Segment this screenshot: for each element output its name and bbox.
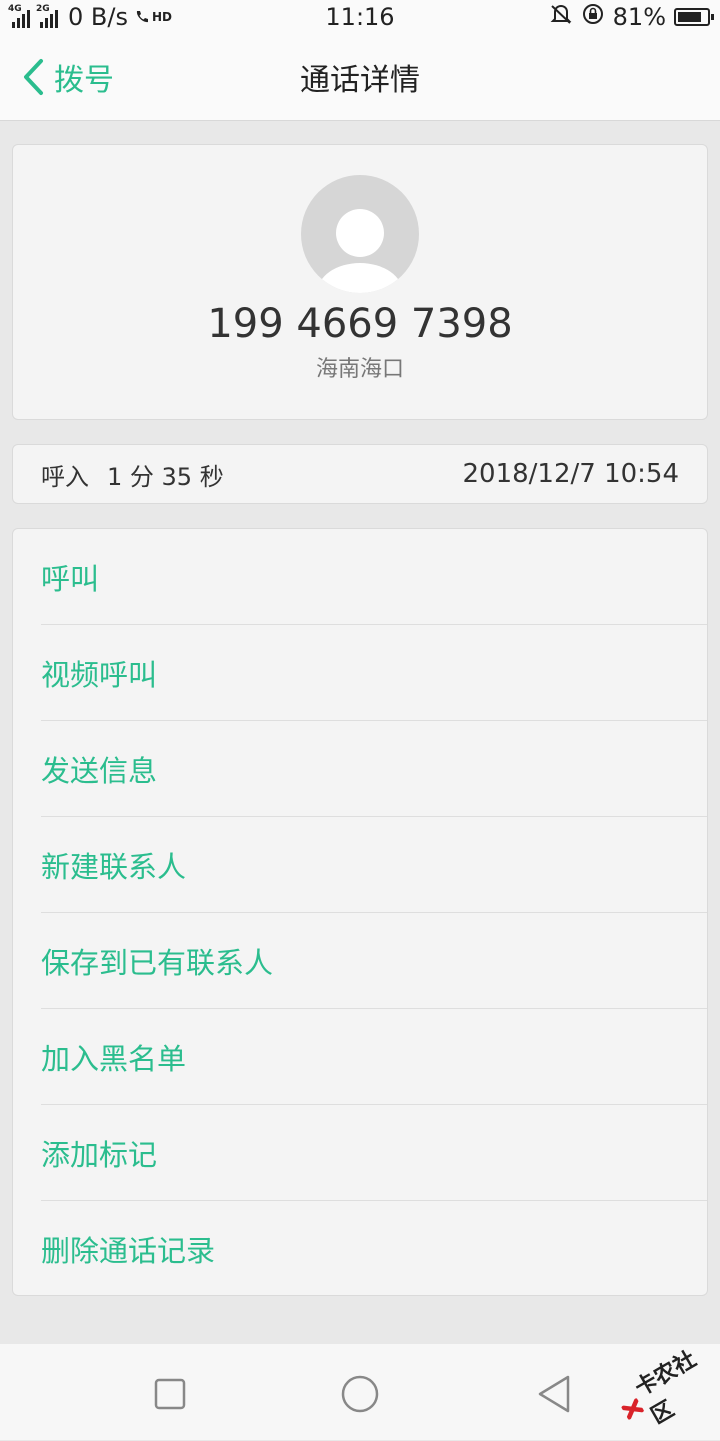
status-bar: 4G 2G 0 B/s HD 11:16 81%	[0, 0, 720, 34]
call-info-card: 呼入 1 分 35 秒 2018/12/7 10:54	[12, 444, 708, 504]
circle-icon	[341, 1375, 379, 1413]
number-location: 海南海口	[315, 357, 404, 382]
status-right: 81%	[549, 0, 714, 34]
battery-icon	[674, 8, 714, 26]
vibrate-icon	[549, 3, 573, 31]
action-video-call[interactable]: 视频呼叫	[41, 625, 707, 721]
action-save-to-existing-contact[interactable]: 保存到已有联系人	[41, 913, 707, 1009]
triangle-back-icon	[538, 1375, 570, 1413]
action-new-contact[interactable]: 新建联系人	[41, 817, 707, 913]
home-button[interactable]	[340, 1374, 380, 1414]
battery-percent: 81%	[612, 3, 666, 31]
call-datetime: 2018/12/7 10:54	[462, 459, 679, 489]
contact-card: 199 4669 7398 海南海口	[12, 144, 708, 420]
action-delete-call-record[interactable]: 删除通话记录	[41, 1201, 707, 1297]
call-info-left: 呼入 1 分 35 秒	[41, 445, 224, 503]
action-add-to-blacklist[interactable]: 加入黑名单	[41, 1009, 707, 1105]
recent-apps-button[interactable]	[150, 1374, 190, 1414]
back-nav-button[interactable]	[534, 1374, 574, 1414]
action-send-message[interactable]: 发送信息	[41, 721, 707, 817]
avatar	[301, 175, 419, 293]
action-add-tag[interactable]: 添加标记	[41, 1105, 707, 1201]
actions-list: 呼叫 视频呼叫 发送信息 新建联系人 保存到已有联系人 加入黑名单 添加标记 删…	[12, 528, 708, 1296]
app-header: 拨号 通话详情	[0, 34, 720, 121]
rotation-lock-icon	[581, 2, 605, 32]
phone-number: 199 4669 7398	[207, 301, 513, 347]
call-direction: 呼入	[41, 462, 89, 491]
page-title: 通话详情	[300, 63, 420, 98]
square-icon	[154, 1378, 186, 1410]
action-call[interactable]: 呼叫	[41, 529, 707, 625]
call-duration: 1 分 35 秒	[107, 462, 224, 491]
